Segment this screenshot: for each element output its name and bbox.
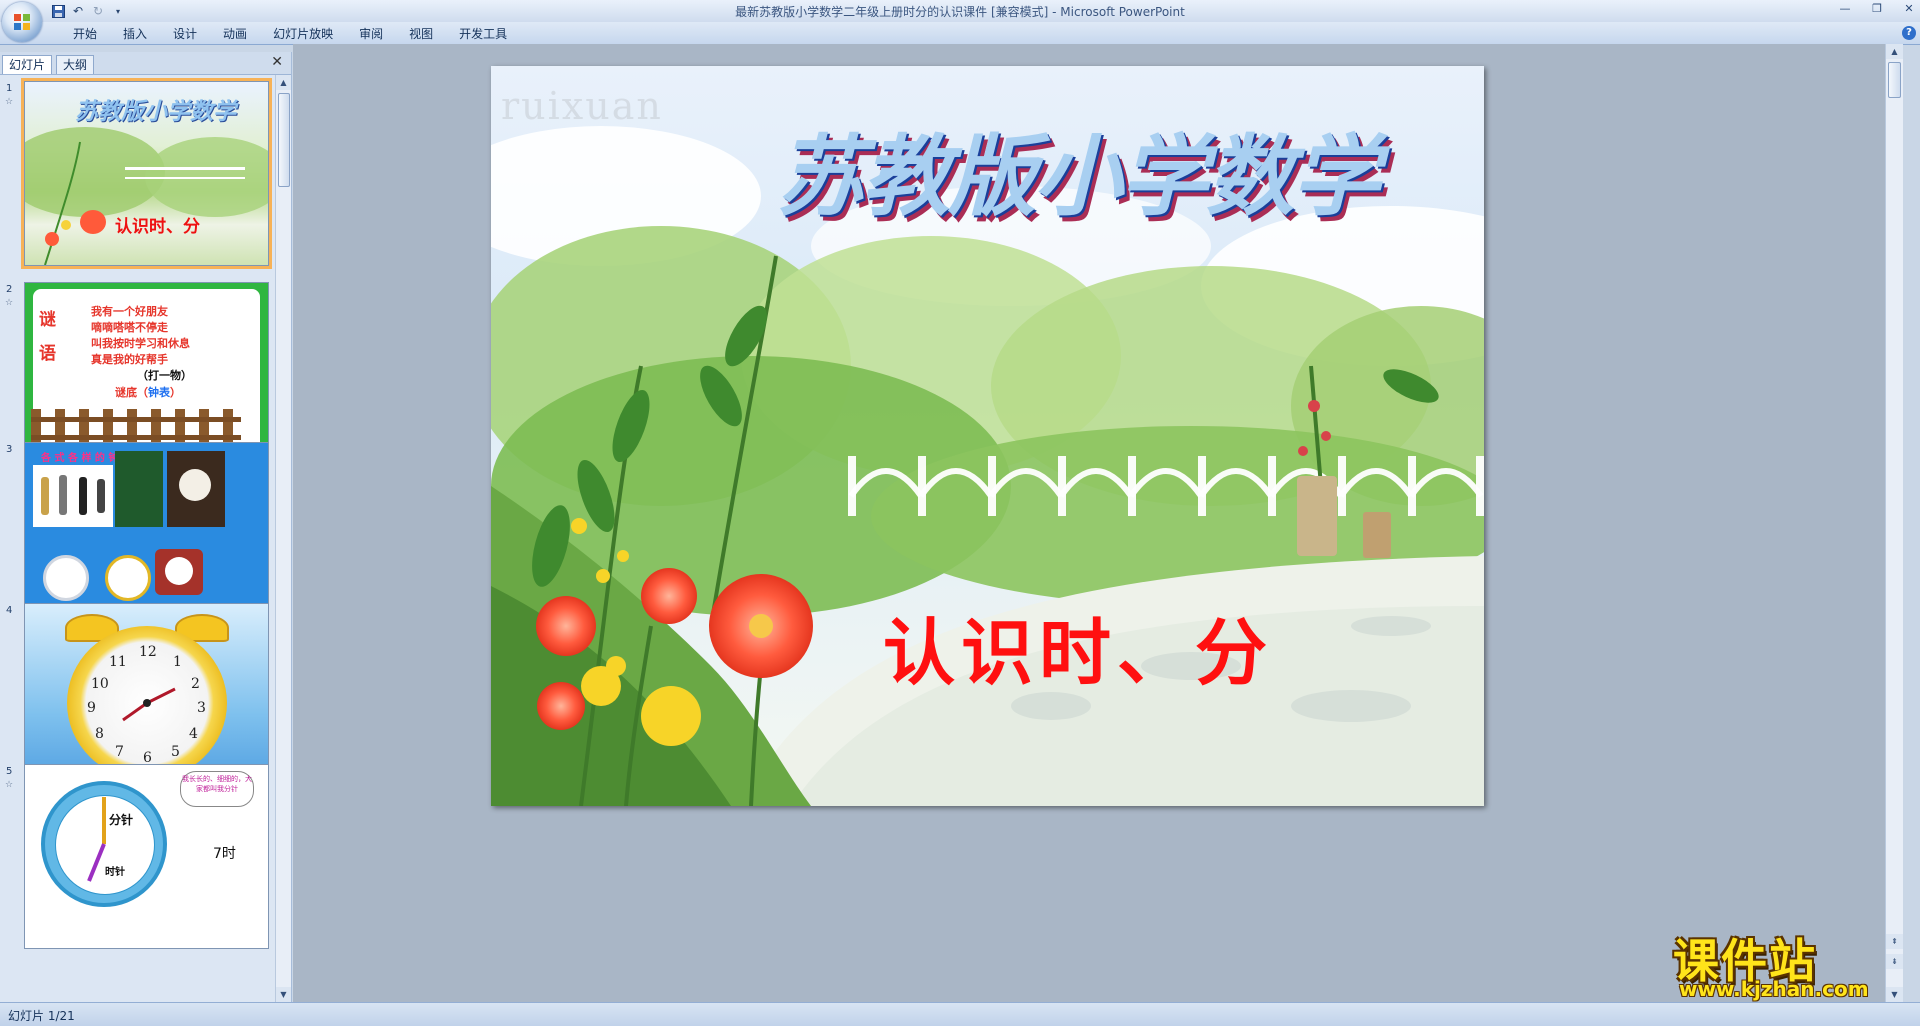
window-controls: — ❐ ✕ <box>1838 2 1916 16</box>
minute-hand-label: 分针 <box>109 813 134 827</box>
riddle-char: 语 <box>39 344 56 364</box>
slide-editor: ruixuan 苏教版小学数学 认识时、分 ▲ ⇞ ⇟ ▼ <box>293 44 1903 1002</box>
panel-close-icon[interactable]: ✕ <box>271 54 283 70</box>
current-slide[interactable]: ruixuan 苏教版小学数学 认识时、分 <box>491 66 1484 806</box>
riddle-line: 叫我按时学习和休息 <box>91 337 190 350</box>
riddle-char: 谜 <box>39 310 56 330</box>
close-icon[interactable]: ✕ <box>1902 2 1916 16</box>
panel-tabs: 幻灯片 大纲 ✕ <box>0 52 291 75</box>
fence-rail <box>31 435 241 440</box>
slide-watermark: ruixuan <box>501 84 663 128</box>
hour-hand-label: 时针 <box>105 867 125 878</box>
slide-thumbnail-3[interactable]: 各 式 各 样 的 钟 表 <box>24 442 269 627</box>
site-logo-url: www.kjzhan.com <box>1679 977 1869 1001</box>
help-icon[interactable]: ? <box>1902 26 1916 40</box>
watches-photo <box>33 465 113 527</box>
thumbnail-row-1: 1 ☆ 苏教版小学数学 认识时、分 <box>0 81 276 271</box>
status-bar: 幻灯片 1/21 <box>0 1002 1920 1026</box>
animation-star-icon: ☆ <box>5 780 14 790</box>
slide-thumbnail-2[interactable]: 谜 语 我有一个好朋友 嘀嘀嗒嗒不停走 叫我按时学习和休息 真是我的好帮手 （打… <box>24 282 269 467</box>
riddle-line: 我有一个好朋友 <box>91 305 168 318</box>
scroll-up-icon[interactable]: ▲ <box>1886 44 1903 59</box>
answer-value: 钟表 <box>148 386 170 399</box>
tab-developer[interactable]: 开发工具 <box>446 26 520 42</box>
thumbnail-row-5: 5 ☆ 分针 时针 我长长的、细细的，大家都叫我分针 7时 <box>0 764 276 954</box>
alarm-clock-icon <box>105 555 151 601</box>
tab-design[interactable]: 设计 <box>160 26 210 42</box>
thumbnail-number: 2 <box>6 284 13 295</box>
office-button[interactable] <box>2 2 42 42</box>
slide-subtitle[interactable]: 认识时、分 <box>883 594 1273 699</box>
slide-thumbnail-5[interactable]: 分针 时针 我长长的、细细的，大家都叫我分针 7时 <box>24 764 269 949</box>
watch-icon <box>59 475 67 515</box>
mantel-clock-photo <box>167 451 225 527</box>
slide-thumbnail-4[interactable]: 12 1 2 3 4 5 6 7 8 9 10 11 <box>24 603 269 788</box>
slide-thumbnail-1[interactable]: 苏教版小学数学 认识时、分 <box>24 81 269 266</box>
title-bar: ↶ ↻ ▾ 最新苏教版小学数学二年级上册时分的认识课件 [兼容模式] - Mic… <box>0 0 1920 22</box>
fence-rail <box>31 417 241 422</box>
table-clock-photo <box>155 549 203 595</box>
flower-icon <box>61 220 71 230</box>
ribbon-tabs: 开始 插入 设计 动画 幻灯片放映 审阅 视图 开发工具 <box>60 26 520 42</box>
thumbnail-title: 苏教版小学数学 <box>75 98 236 125</box>
answer-label: 谜底（ <box>115 386 148 399</box>
flower-icon <box>80 210 106 234</box>
tab-home[interactable]: 开始 <box>60 26 110 42</box>
main-scrollbar[interactable]: ▲ ⇞ ⇟ ▼ <box>1885 44 1903 1002</box>
time-text: 7时 <box>213 846 236 862</box>
riddle-line: 真是我的好帮手 <box>91 353 168 366</box>
riddle-hint: （打一物） <box>137 369 192 382</box>
maximize-icon[interactable]: ❐ <box>1870 2 1884 16</box>
thumbnail-number: 1 <box>6 83 13 94</box>
clock-face <box>165 557 193 585</box>
scroll-down-icon[interactable]: ▼ <box>276 987 291 1002</box>
tab-insert[interactable]: 插入 <box>110 26 160 42</box>
tab-animations[interactable]: 动画 <box>210 26 260 42</box>
tab-slideshow[interactable]: 幻灯片放映 <box>260 26 346 42</box>
slide-counter: 幻灯片 1/21 <box>8 1009 75 1023</box>
office-logo-icon <box>14 14 30 30</box>
minimize-icon[interactable]: — <box>1838 2 1852 16</box>
window-title: 最新苏教版小学数学二年级上册时分的认识课件 [兼容模式] - Microsoft… <box>735 5 1185 19</box>
ribbon: 开始 插入 设计 动画 幻灯片放映 审阅 视图 开发工具 ? <box>0 22 1920 45</box>
riddle-line: 嘀嘀嗒嗒不停走 <box>91 321 168 334</box>
slides-panel: 幻灯片 大纲 ✕ 1 ☆ 苏教版小学数学 认识时、分 2 ☆ 谜 语 我有一个好… <box>0 52 292 1002</box>
thumbnail-list: 1 ☆ 苏教版小学数学 认识时、分 2 ☆ 谜 语 我有一个好朋友 嘀嘀嗒嗒不停… <box>0 75 276 1002</box>
slide-title[interactable]: 苏教版小学数学 <box>776 106 1380 233</box>
thumbnail-number: 3 <box>6 444 13 455</box>
tab-outline[interactable]: 大纲 <box>56 55 95 74</box>
alarm-clock-icon <box>43 555 89 601</box>
tab-slides[interactable]: 幻灯片 <box>2 55 53 74</box>
tab-review[interactable]: 审阅 <box>346 26 396 42</box>
crystal-clock-photo <box>115 451 163 527</box>
speech-cloud: 我长长的、细细的，大家都叫我分针 <box>180 771 254 807</box>
panel-scrollbar[interactable]: ▲ ▼ <box>275 75 291 1002</box>
animation-star-icon: ☆ <box>5 97 14 107</box>
flower-icon <box>45 232 59 246</box>
scroll-up-icon[interactable]: ▲ <box>276 75 291 90</box>
clock-hands <box>122 687 176 722</box>
watch-icon <box>79 477 87 515</box>
watch-icon <box>41 477 49 515</box>
tab-view[interactable]: 视图 <box>396 26 446 42</box>
answer-close: ） <box>170 386 181 399</box>
scroll-thumb[interactable] <box>1888 62 1901 98</box>
riddle-answer: 谜底（钟表） <box>115 384 181 400</box>
clock-face <box>179 469 211 501</box>
site-logo: 课件站 www.kjzhan.com <box>1671 925 1901 1003</box>
watch-icon <box>97 479 105 513</box>
animation-star-icon: ☆ <box>5 298 14 308</box>
thumbnail-subtitle: 认识时、分 <box>115 217 200 237</box>
thumbnail-number: 5 <box>6 766 13 777</box>
scroll-thumb[interactable] <box>278 93 290 187</box>
thumbnail-number: 4 <box>6 605 13 616</box>
